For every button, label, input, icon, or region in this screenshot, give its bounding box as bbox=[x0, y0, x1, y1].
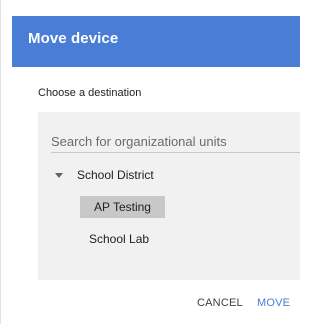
org-unit-panel: School District AP Testing School Lab bbox=[38, 112, 300, 280]
destination-prompt: Choose a destination bbox=[38, 87, 142, 99]
move-device-dialog: Move device Choose a destination School … bbox=[0, 0, 300, 324]
org-unit-search-input[interactable] bbox=[51, 130, 300, 153]
tree-item-school-district[interactable]: School District bbox=[55, 168, 154, 182]
tree-item-label: School District bbox=[77, 168, 154, 182]
dialog-title: Move device bbox=[28, 30, 119, 47]
tree-item-school-lab[interactable]: School Lab bbox=[89, 232, 149, 246]
cancel-button[interactable]: CANCEL bbox=[197, 297, 243, 309]
tree-item-ap-testing[interactable]: AP Testing bbox=[80, 196, 165, 218]
tree-item-label: AP Testing bbox=[94, 200, 151, 214]
move-button[interactable]: MOVE bbox=[257, 297, 290, 309]
tree-item-label: School Lab bbox=[89, 232, 150, 246]
caret-down-icon[interactable] bbox=[55, 172, 63, 178]
